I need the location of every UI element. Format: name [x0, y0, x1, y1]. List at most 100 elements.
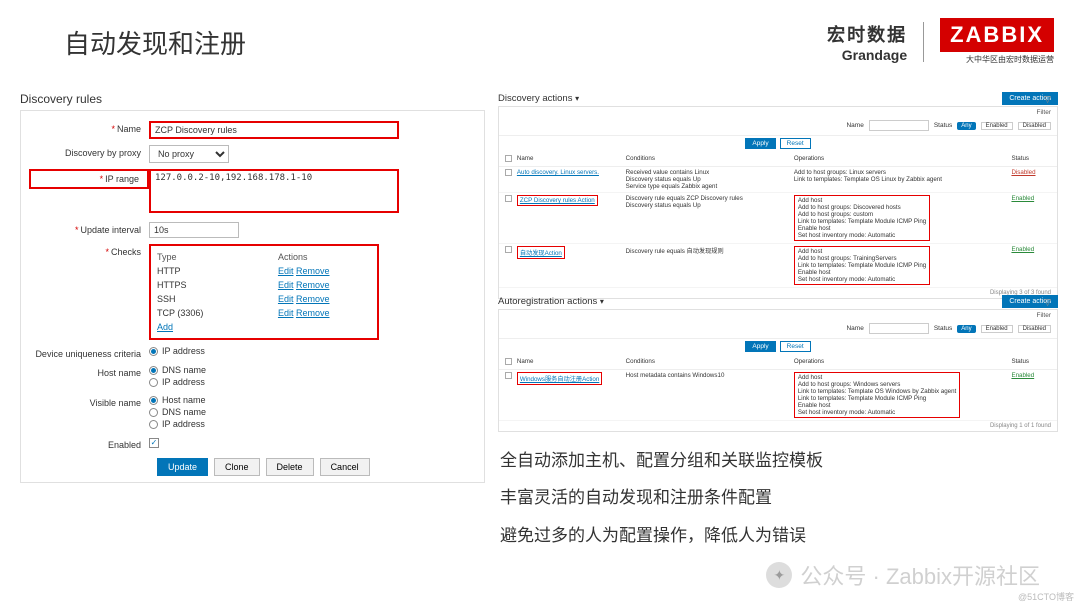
apply-button[interactable]: Apply	[745, 138, 775, 149]
clone-button[interactable]: Clone	[214, 458, 260, 476]
label-hostname: Host name	[97, 368, 141, 378]
chevron-down-icon[interactable]: ▾	[600, 297, 604, 306]
logo-block: 宏时数据 Grandage ZABBIX 大中华区由宏时数据运营	[827, 18, 1054, 65]
apply-button[interactable]: Apply	[745, 341, 775, 352]
check-edit[interactable]: Edit	[278, 280, 294, 290]
filter-name-input[interactable]	[869, 323, 929, 334]
autoreg-heading: Autoregistration actions	[498, 296, 597, 307]
bullet-1: 全自动添加主机、配置分组和关联监控模板	[500, 442, 823, 479]
filter-label: Filter	[499, 310, 1057, 319]
filter-disabled[interactable]: Disabled	[1018, 325, 1051, 333]
action-name-link[interactable]: Windows服务自动注册Action	[517, 372, 602, 385]
radio-host-dns[interactable]: DNS name	[149, 365, 206, 375]
bullet-3: 避免过多的人为配置操作，降低人为错误	[500, 517, 823, 554]
checks-head-actions: Actions	[278, 252, 371, 262]
col-name: Name	[517, 358, 626, 367]
status-toggle[interactable]: Enabled	[1011, 195, 1034, 202]
check-edit[interactable]: Edit	[278, 294, 294, 304]
enabled-checkbox[interactable]	[149, 438, 159, 448]
label-name: Name	[117, 124, 141, 134]
check-edit[interactable]: Edit	[278, 266, 294, 276]
chevron-down-icon[interactable]: ▾	[575, 94, 579, 103]
filter-any[interactable]: Any	[957, 122, 975, 130]
col-operations: Operations	[794, 155, 1012, 164]
cancel-button[interactable]: Cancel	[320, 458, 370, 476]
checks-head-type: Type	[157, 252, 278, 262]
action-name-link[interactable]: ZCP Discovery rules Action	[517, 195, 598, 206]
status-toggle[interactable]: Enabled	[1011, 246, 1034, 253]
filter-name-input[interactable]	[869, 120, 929, 131]
row-checkbox[interactable]	[505, 372, 512, 379]
row-operations: Add to host groups: Linux servers Link t…	[794, 169, 942, 183]
col-operations: Operations	[794, 358, 1012, 367]
status-toggle[interactable]: Enabled	[1011, 372, 1034, 379]
filter-label: Filter	[499, 107, 1057, 116]
grandage-cn: 宏时数据	[827, 21, 907, 47]
zabbix-block: ZABBIX 大中华区由宏时数据运营	[940, 18, 1054, 65]
check-type: HTTP	[157, 266, 278, 276]
radio-visible-dns[interactable]: DNS name	[149, 407, 206, 417]
status-toggle[interactable]: Disabled	[1011, 169, 1035, 176]
filter-name-label: Name	[846, 325, 863, 332]
filter-bar: Name Status Any Enabled Disabled	[499, 319, 1057, 339]
name-input[interactable]	[149, 121, 399, 139]
table-row: 自动发现Action Discovery rule equals 自动发现规则 …	[499, 244, 1057, 288]
filter-disabled[interactable]: Disabled	[1018, 122, 1051, 130]
delete-button[interactable]: Delete	[266, 458, 314, 476]
row-checkbox[interactable]	[505, 246, 512, 253]
check-remove[interactable]: Remove	[296, 280, 330, 290]
check-edit[interactable]: Edit	[278, 308, 294, 318]
filter-enabled[interactable]: Enabled	[981, 325, 1013, 333]
filter-any[interactable]: Any	[957, 325, 975, 333]
filter-icon[interactable]: ▽	[1044, 94, 1051, 105]
discovery-actions-table: Name Conditions Operations Status Auto d…	[499, 153, 1057, 288]
action-name-link[interactable]: 自动发现Action	[517, 246, 565, 259]
discovery-actions-heading: Discovery actions	[498, 93, 572, 104]
discovery-rules-heading: Discovery rules	[20, 92, 485, 106]
iprange-input[interactable]: 127.0.0.2-10,192.168.178.1-10	[149, 169, 399, 213]
row-conditions: Host metadata contains Windows10	[626, 372, 794, 379]
radio-host-ip[interactable]: IP address	[149, 377, 206, 387]
discovery-actions-panel: Discovery actions ▾ Create action ▽ Filt…	[498, 92, 1058, 299]
row-conditions: Discovery rule equals ZCP Discovery rule…	[626, 195, 794, 209]
row-operations: Add host Add to host groups: Discovered …	[794, 195, 930, 241]
check-type: TCP (3306)	[157, 308, 278, 318]
label-enabled: Enabled	[108, 440, 141, 450]
check-type: SSH	[157, 294, 278, 304]
action-name-link[interactable]: Auto discovery. Linux servers.	[517, 169, 599, 176]
discovery-form: *Name Discovery by proxy No proxy *IP ra…	[20, 110, 485, 483]
filter-name-label: Name	[846, 122, 863, 129]
zabbix-logo: ZABBIX	[940, 18, 1054, 52]
attribution: @51CTO博客	[1018, 590, 1074, 603]
check-remove[interactable]: Remove	[296, 294, 330, 304]
proxy-select[interactable]: No proxy	[149, 145, 229, 163]
watermark: ✦ 公众号 · Zabbix开源社区	[766, 559, 1040, 591]
check-remove[interactable]: Remove	[296, 308, 330, 318]
radio-visible-host[interactable]: Host name	[149, 395, 206, 405]
filter-icon[interactable]: ▽	[1044, 297, 1051, 308]
select-all-checkbox[interactable]	[505, 155, 512, 162]
col-status: Status	[1011, 358, 1051, 367]
reset-button[interactable]: Reset	[780, 341, 811, 352]
grandage-en: Grandage	[827, 47, 907, 63]
label-iprange: IP range	[105, 174, 139, 184]
radio-unique-ip[interactable]: IP address	[149, 346, 205, 356]
reset-button[interactable]: Reset	[780, 138, 811, 149]
filter-enabled[interactable]: Enabled	[981, 122, 1013, 130]
row-checkbox[interactable]	[505, 195, 512, 202]
interval-input[interactable]	[149, 222, 239, 238]
checks-table: TypeActions HTTPEdit Remove HTTPSEdit Re…	[149, 244, 379, 340]
row-checkbox[interactable]	[505, 169, 512, 176]
bullet-2: 丰富灵活的自动发现和注册条件配置	[500, 479, 823, 516]
col-conditions: Conditions	[626, 358, 794, 367]
check-remove[interactable]: Remove	[296, 266, 330, 276]
zabbix-subtitle: 大中华区由宏时数据运营	[940, 54, 1054, 65]
table-row: ZCP Discovery rules Action Discovery rul…	[499, 193, 1057, 244]
logo-divider	[923, 22, 924, 62]
check-add[interactable]: Add	[157, 322, 173, 332]
autoreg-foot: Displaying 1 of 1 found	[499, 421, 1057, 431]
radio-visible-ip[interactable]: IP address	[149, 419, 206, 429]
select-all-checkbox[interactable]	[505, 358, 512, 365]
label-interval: Update interval	[80, 225, 141, 235]
update-button[interactable]: Update	[157, 458, 208, 476]
